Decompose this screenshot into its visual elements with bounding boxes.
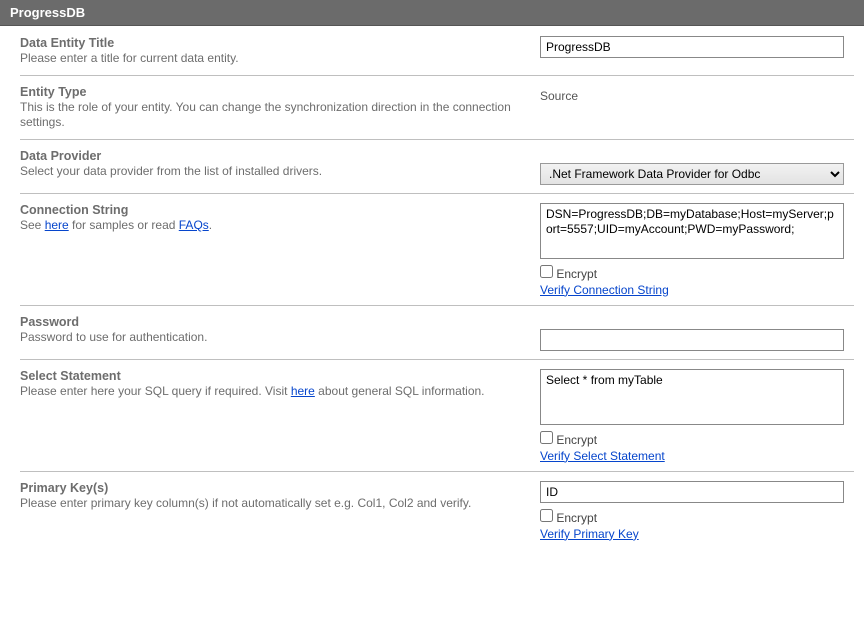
row-data-provider: Data Provider Select your data provider … — [0, 139, 864, 193]
select-encrypt-checkbox[interactable] — [540, 431, 553, 444]
row-select-statement: Select Statement Please enter here your … — [0, 359, 864, 471]
password-input[interactable] — [540, 329, 844, 351]
connstring-heading: Connection String — [20, 203, 520, 217]
connstring-desc-suffix: . — [209, 218, 212, 232]
select-verify-link[interactable]: Verify Select Statement — [540, 449, 665, 463]
row-password: Password Password to use for authenticat… — [0, 305, 864, 359]
pk-desc: Please enter primary key column(s) if no… — [20, 496, 520, 512]
row-entity-type: Entity Type This is the role of your ent… — [0, 75, 864, 139]
select-desc-prefix: Please enter here your SQL query if requ… — [20, 384, 291, 398]
select-encrypt-label: Encrypt — [556, 433, 597, 447]
connstring-desc: See here for samples or read FAQs. — [20, 218, 520, 234]
pk-input[interactable] — [540, 481, 844, 503]
connstring-faqs-link[interactable]: FAQs — [179, 218, 209, 232]
row-connection-string: Connection String See here for samples o… — [0, 193, 864, 305]
pk-heading: Primary Key(s) — [20, 481, 520, 495]
select-desc: Please enter here your SQL query if requ… — [20, 384, 520, 400]
select-here-link[interactable]: here — [291, 384, 315, 398]
connstring-encrypt-label: Encrypt — [556, 267, 597, 281]
password-desc: Password to use for authentication. — [20, 330, 520, 346]
provider-desc: Select your data provider from the list … — [20, 164, 520, 180]
entity-title-heading: Data Entity Title — [20, 36, 520, 50]
window-titlebar: ProgressDB — [0, 0, 864, 26]
connstring-verify-link[interactable]: Verify Connection String — [540, 283, 669, 297]
connstring-desc-mid: for samples or read — [69, 218, 179, 232]
password-heading: Password — [20, 315, 520, 329]
connstring-encrypt-checkbox[interactable] — [540, 265, 553, 278]
entity-type-value: Source — [540, 85, 844, 103]
row-entity-title: Data Entity Title Please enter a title f… — [0, 26, 864, 75]
pk-encrypt-checkbox[interactable] — [540, 509, 553, 522]
select-heading: Select Statement — [20, 369, 520, 383]
connstring-samples-link[interactable]: here — [45, 218, 69, 232]
provider-select[interactable]: .Net Framework Data Provider for Odbc — [540, 163, 844, 185]
connstring-desc-prefix: See — [20, 218, 45, 232]
entity-type-desc: This is the role of your entity. You can… — [20, 100, 520, 131]
select-input[interactable] — [540, 369, 844, 425]
entity-title-input[interactable] — [540, 36, 844, 58]
connstring-input[interactable] — [540, 203, 844, 259]
pk-verify-link[interactable]: Verify Primary Key — [540, 527, 639, 541]
settings-panel: Data Entity Title Please enter a title f… — [0, 26, 864, 559]
provider-heading: Data Provider — [20, 149, 520, 163]
select-desc-suffix: about general SQL information. — [315, 384, 485, 398]
entity-type-heading: Entity Type — [20, 85, 520, 99]
entity-title-desc: Please enter a title for current data en… — [20, 51, 520, 67]
pk-encrypt-label: Encrypt — [556, 511, 597, 525]
row-primary-key: Primary Key(s) Please enter primary key … — [0, 471, 864, 549]
